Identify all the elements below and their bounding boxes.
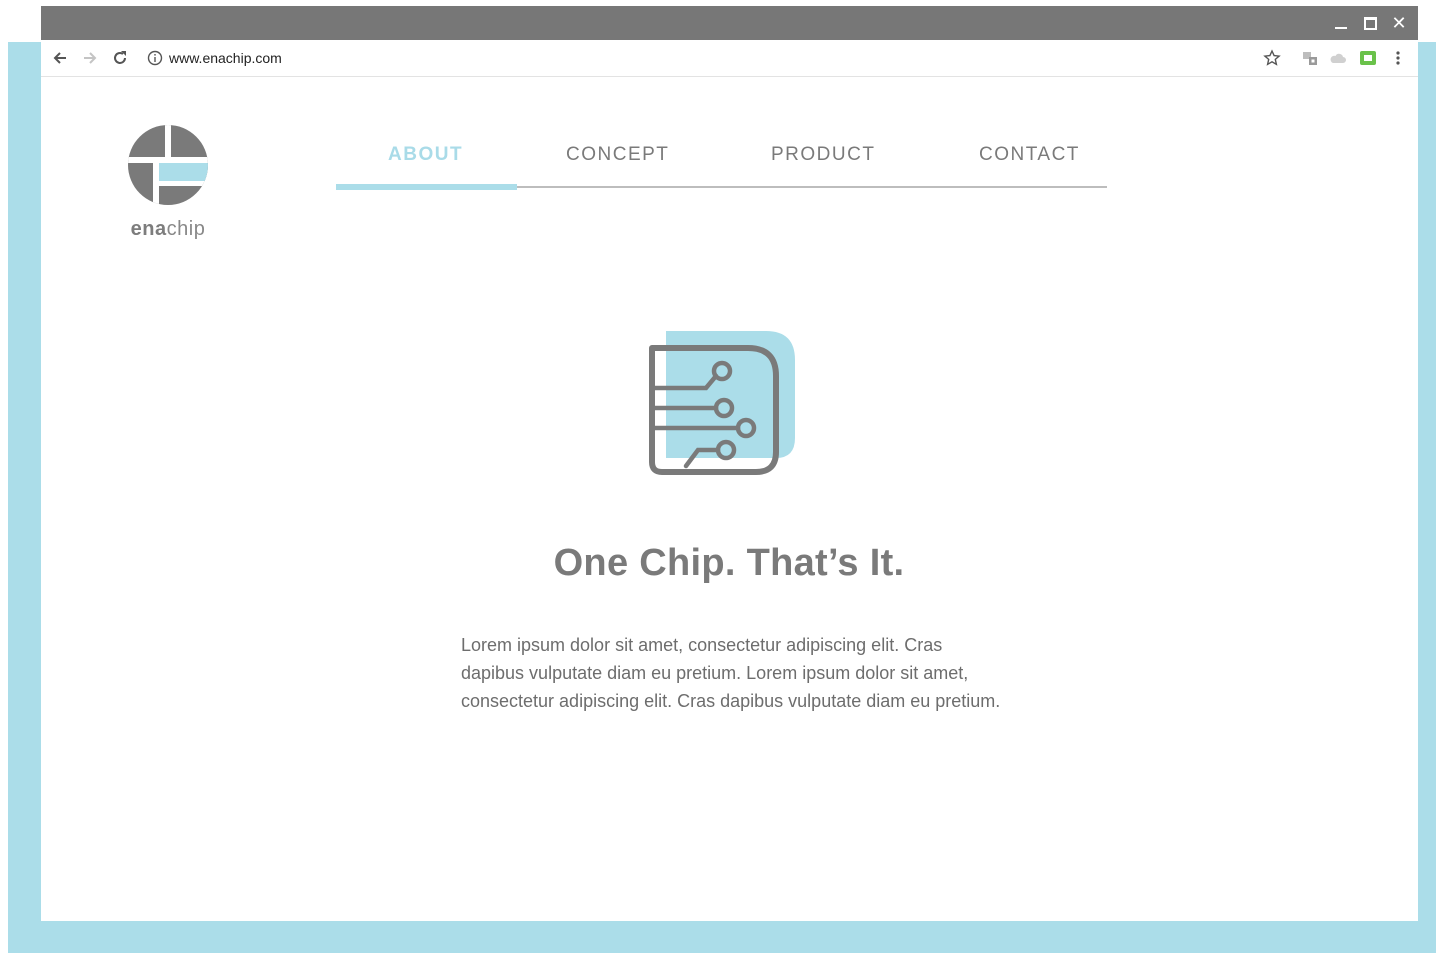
reload-icon[interactable]: [111, 49, 129, 67]
back-arrow-icon[interactable]: [51, 49, 69, 67]
nav-item-product[interactable]: PRODUCT: [771, 144, 875, 166]
forward-arrow-icon[interactable]: [81, 49, 99, 67]
nav-active-indicator: [336, 184, 517, 190]
logo-wordmark: enachip: [123, 218, 213, 241]
window-titlebar: ✕: [41, 6, 1418, 40]
main-nav: ABOUT CONCEPT PRODUCT CONTACT: [336, 132, 1107, 194]
extension-cloud-icon[interactable]: [1329, 49, 1347, 67]
extension-translate-icon[interactable]: [1301, 49, 1319, 67]
logo-text-light: chip: [166, 218, 206, 240]
browser-window: ✕ www.enachip.com enachip ABOUT CONCEPT …: [41, 6, 1418, 921]
address-bar[interactable]: www.enachip.com: [145, 47, 1285, 69]
info-icon[interactable]: [147, 50, 163, 66]
extension-green-icon[interactable]: [1359, 49, 1377, 67]
nav-item-contact[interactable]: CONTACT: [979, 144, 1080, 166]
maximize-icon[interactable]: [1360, 12, 1380, 34]
menu-dots-icon[interactable]: [1389, 49, 1407, 67]
hero-body-text: Lorem ipsum dolor sit amet, consectetur …: [461, 635, 1001, 711]
bookmark-star-icon[interactable]: [1263, 49, 1281, 67]
close-icon[interactable]: ✕: [1389, 12, 1409, 34]
enachip-logo[interactable]: enachip: [123, 124, 213, 244]
nav-item-concept[interactable]: CONCEPT: [566, 144, 669, 166]
url-text: www.enachip.com: [169, 50, 282, 66]
nav-item-about[interactable]: ABOUT: [388, 144, 463, 166]
browser-toolbar: www.enachip.com: [41, 40, 1418, 77]
hero-headline: One Chip. That’s It.: [553, 542, 905, 584]
logo-text-bold: ena: [130, 218, 167, 240]
logo-mark-icon: [128, 125, 208, 205]
minimize-icon[interactable]: [1331, 12, 1351, 34]
chip-icon: [649, 331, 795, 475]
